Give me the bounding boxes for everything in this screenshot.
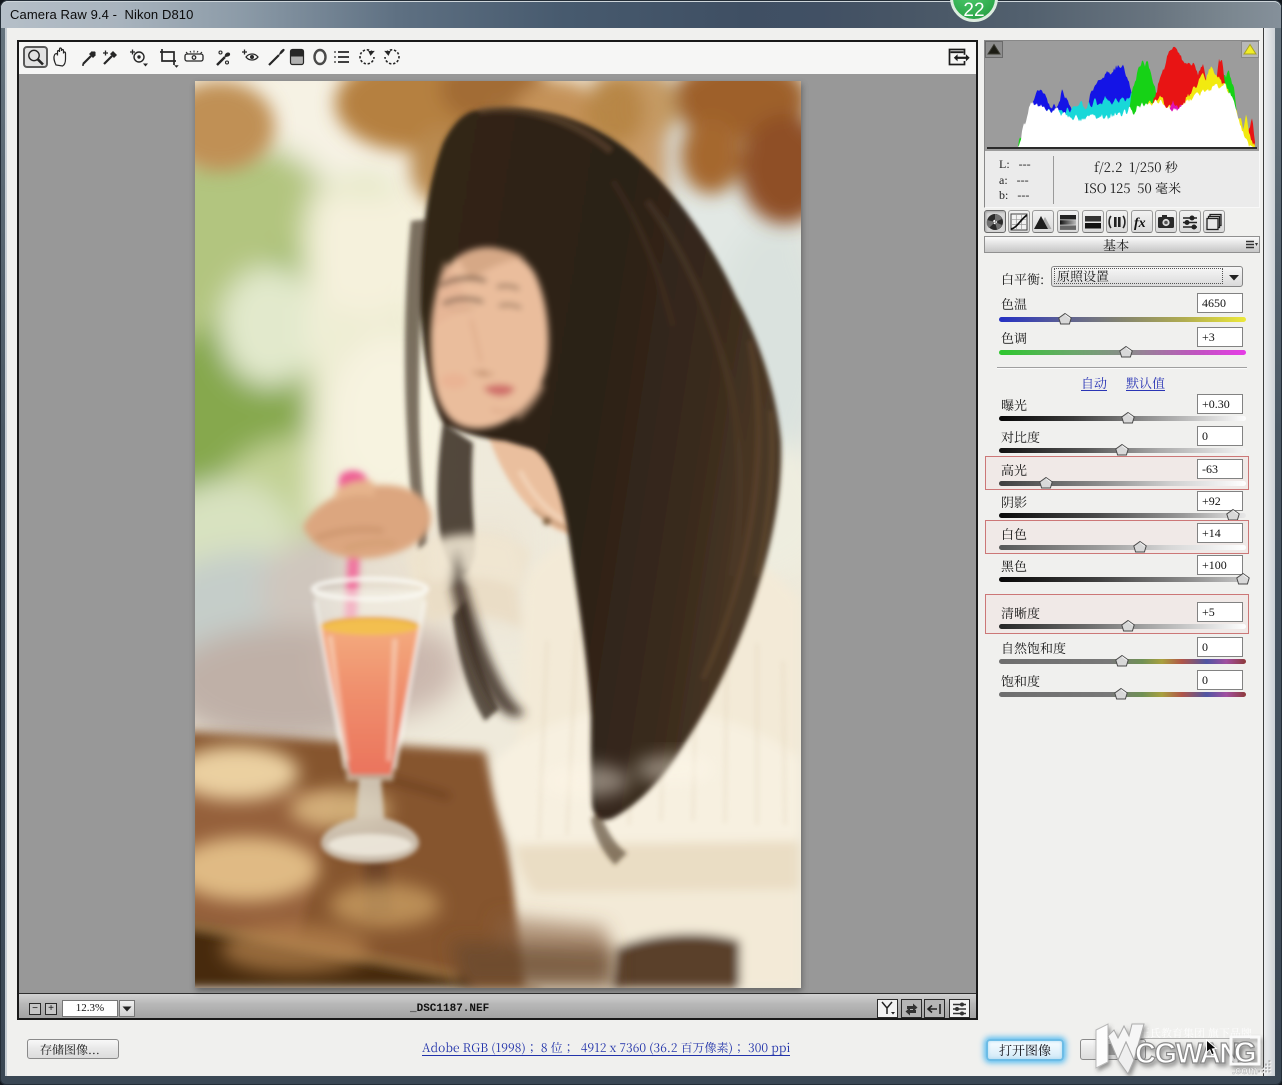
svg-text:fx: fx — [1134, 216, 1146, 231]
svg-text:.com: .com — [1232, 1065, 1258, 1077]
svg-text:CGWAN: CGWAN — [1135, 1038, 1239, 1070]
